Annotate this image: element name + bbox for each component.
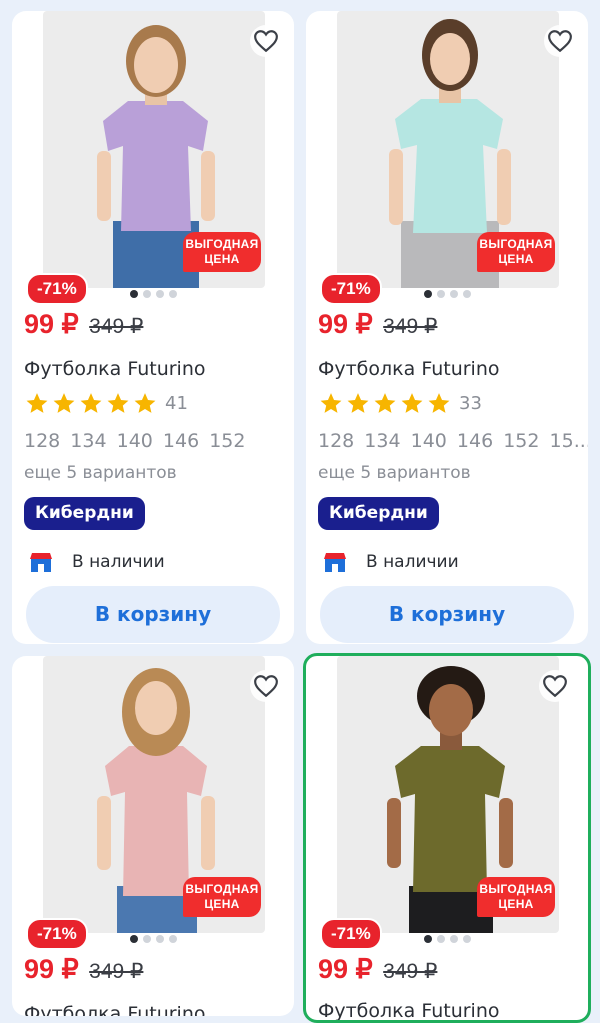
star-icon xyxy=(26,393,48,413)
discount-badge: -71% xyxy=(26,273,88,305)
image-carousel-dots[interactable] xyxy=(12,290,294,298)
product-card[interactable]: ВЫГОДНАЯ ЦЕНА -71% 99 ₽ 349 ₽ Футболка Fu… xyxy=(12,656,294,1016)
product-title[interactable]: Футболка Futurino xyxy=(318,1000,500,1020)
availability-label: В наличии xyxy=(72,552,165,572)
image-carousel-dots[interactable] xyxy=(306,935,588,943)
add-to-cart-button[interactable]: В корзину xyxy=(26,586,280,643)
availability-label: В наличии xyxy=(366,552,459,572)
discount-badge: -71% xyxy=(320,273,382,305)
star-icon xyxy=(53,393,75,413)
size-list: 128 134 140 146 152 15... xyxy=(318,430,588,452)
store-icon xyxy=(324,553,346,572)
old-price: 349 ₽ xyxy=(383,315,438,338)
star-icon xyxy=(320,393,342,413)
price: 99 ₽ 349 ₽ xyxy=(24,954,143,985)
old-price: 349 ₽ xyxy=(383,960,438,983)
add-to-cart-button[interactable]: В корзину xyxy=(320,586,574,643)
star-icon xyxy=(374,393,396,413)
image-carousel-dots[interactable] xyxy=(12,935,294,943)
discount-badge: -71% xyxy=(320,918,382,950)
rating-count: 41 xyxy=(165,393,188,414)
heart-outline-icon xyxy=(254,30,278,53)
current-price: 99 ₽ xyxy=(24,954,79,984)
product-card[interactable]: ВЫГОДНАЯ ЦЕНА -71% 99 ₽ 349 ₽ Футболка Fu… xyxy=(12,11,294,644)
old-price: 349 ₽ xyxy=(89,315,144,338)
store-icon xyxy=(30,553,52,572)
promo-badge: Кибердни xyxy=(24,497,145,530)
heart-outline-icon xyxy=(254,675,278,698)
favorite-button[interactable] xyxy=(250,25,282,57)
current-price: 99 ₽ xyxy=(24,309,79,339)
star-icon xyxy=(401,393,423,413)
more-variants-link[interactable]: еще 5 вариантов xyxy=(24,463,177,483)
promo-badge: Кибердни xyxy=(318,497,439,530)
star-icon xyxy=(428,393,450,413)
rating: 33 xyxy=(318,391,482,416)
size-list: 128 134 140 146 152 xyxy=(24,430,246,452)
deal-badge: ВЫГОДНАЯ ЦЕНА xyxy=(183,877,261,917)
star-icon xyxy=(134,393,156,413)
heart-outline-icon xyxy=(543,675,567,698)
product-title[interactable]: Футболка Futurino xyxy=(318,358,500,380)
favorite-button[interactable] xyxy=(250,670,282,702)
rating: 41 xyxy=(24,391,188,416)
price: 99 ₽ 349 ₽ xyxy=(24,309,143,340)
star-icon xyxy=(107,393,129,413)
heart-outline-icon xyxy=(548,30,572,53)
deal-badge: ВЫГОДНАЯ ЦЕНА xyxy=(183,232,261,272)
product-card-selected[interactable]: ВЫГОДНАЯ ЦЕНА -71% 99 ₽ 349 ₽ Футболка Fu… xyxy=(303,653,591,1023)
current-price: 99 ₽ xyxy=(318,309,373,339)
current-price: 99 ₽ xyxy=(318,954,373,984)
star-icon xyxy=(80,393,102,413)
favorite-button[interactable] xyxy=(539,670,571,702)
availability: В наличии xyxy=(322,551,459,573)
favorite-button[interactable] xyxy=(544,25,576,57)
price: 99 ₽ 349 ₽ xyxy=(318,309,437,340)
discount-badge: -71% xyxy=(26,918,88,950)
product-title[interactable]: Футболка Futurino xyxy=(24,358,206,380)
availability: В наличии xyxy=(28,551,165,573)
product-card[interactable]: ВЫГОДНАЯ ЦЕНА -71% 99 ₽ 349 ₽ Футболка Fu… xyxy=(306,11,588,644)
more-variants-link[interactable]: еще 5 вариантов xyxy=(318,463,471,483)
old-price: 349 ₽ xyxy=(89,960,144,983)
deal-badge: ВЫГОДНАЯ ЦЕНА xyxy=(477,232,555,272)
product-title[interactable]: Футболка Futurino xyxy=(24,1003,206,1016)
star-icon xyxy=(347,393,369,413)
deal-badge: ВЫГОДНАЯ ЦЕНА xyxy=(477,877,555,917)
image-carousel-dots[interactable] xyxy=(306,290,588,298)
rating-count: 33 xyxy=(459,393,482,414)
price: 99 ₽ 349 ₽ xyxy=(318,954,437,985)
